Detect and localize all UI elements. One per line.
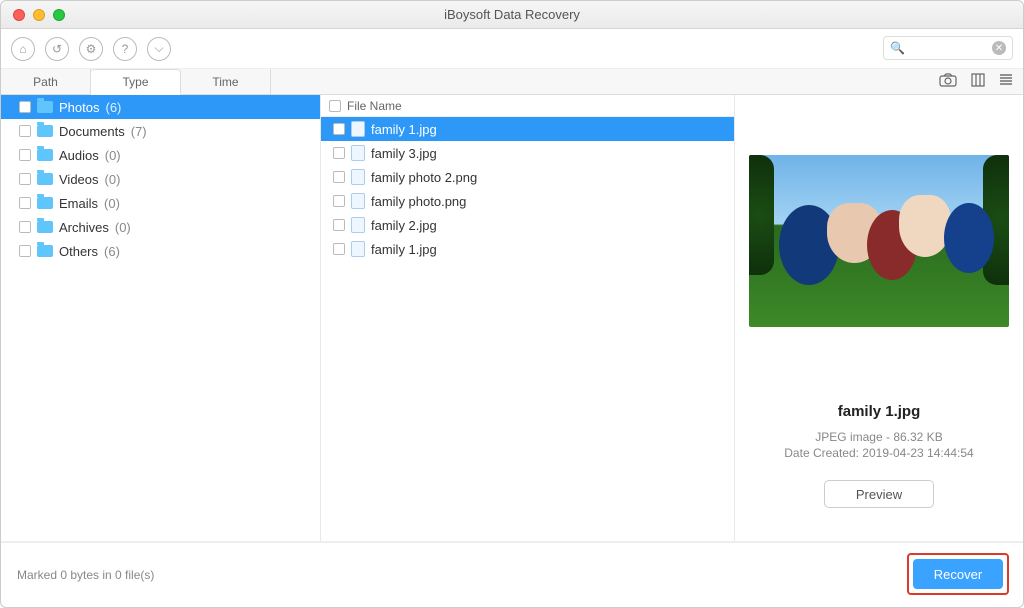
- sidebar-item-label: Photos: [59, 100, 99, 115]
- gear-icon[interactable]: ⚙: [79, 37, 103, 61]
- checkbox[interactable]: [19, 173, 31, 185]
- sidebar-item-label: Emails: [59, 196, 98, 211]
- checkbox[interactable]: [333, 219, 345, 231]
- sidebar-item-archives[interactable]: Archives (0): [1, 215, 320, 239]
- tab-time[interactable]: Time: [181, 69, 271, 94]
- sidebar-item-photos[interactable]: Photos (6): [1, 95, 320, 119]
- file-name: family 1.jpg: [371, 122, 437, 137]
- sidebar-item-label: Others: [59, 244, 98, 259]
- sidebar-item-audios[interactable]: Audios (0): [1, 143, 320, 167]
- file-name: family photo.png: [371, 194, 466, 209]
- preview-image: [749, 155, 1009, 327]
- sidebar-item-count: (0): [104, 196, 120, 211]
- sidebar-item-label: Audios: [59, 148, 99, 163]
- folder-icon: [37, 197, 53, 209]
- preview-meta: JPEG image - 86.32 KB: [784, 430, 973, 444]
- folder-icon: [37, 245, 53, 257]
- file-list-header[interactable]: File Name: [321, 95, 734, 117]
- file-row[interactable]: family 1.jpg: [321, 237, 734, 261]
- recover-highlight: Recover: [907, 553, 1009, 595]
- file-list: File Name family 1.jpg family 3.jpg fami…: [321, 95, 735, 541]
- camera-icon[interactable]: [939, 73, 957, 91]
- checkbox[interactable]: [333, 123, 345, 135]
- list-view-icon[interactable]: [999, 73, 1013, 91]
- checkbox[interactable]: [333, 195, 345, 207]
- sidebar-item-label: Documents: [59, 124, 125, 139]
- sidebar-item-label: Archives: [59, 220, 109, 235]
- tab-type[interactable]: Type: [91, 69, 181, 95]
- sidebar-item-emails[interactable]: Emails (0): [1, 191, 320, 215]
- search-icon: 🔍: [890, 41, 905, 55]
- file-name: family photo 2.png: [371, 170, 477, 185]
- window-title: iBoysoft Data Recovery: [1, 7, 1023, 22]
- sidebar-item-count: (0): [105, 172, 121, 187]
- preview-button[interactable]: Preview: [824, 480, 934, 508]
- image-file-icon: [351, 121, 365, 137]
- help-icon[interactable]: ?: [113, 37, 137, 61]
- sidebar-item-count: (0): [105, 148, 121, 163]
- folder-icon: [37, 125, 53, 137]
- image-file-icon: [351, 217, 365, 233]
- checkbox[interactable]: [333, 243, 345, 255]
- sidebar-item-count: (0): [115, 220, 131, 235]
- file-row[interactable]: family photo 2.png: [321, 165, 734, 189]
- clear-search-icon[interactable]: ✕: [992, 41, 1006, 55]
- checkbox[interactable]: [19, 245, 31, 257]
- tab-row: Path Type Time: [1, 69, 1023, 95]
- file-row[interactable]: family 1.jpg: [321, 117, 734, 141]
- refresh-icon[interactable]: ↺: [45, 37, 69, 61]
- folder-icon: [37, 173, 53, 185]
- recover-button[interactable]: Recover: [913, 559, 1003, 589]
- grid-view-icon[interactable]: [971, 73, 985, 91]
- file-name: family 3.jpg: [371, 146, 437, 161]
- folder-icon: [37, 221, 53, 233]
- sidebar-item-others[interactable]: Others (6): [1, 239, 320, 263]
- status-text: Marked 0 bytes in 0 file(s): [17, 568, 154, 582]
- folder-icon: [37, 149, 53, 161]
- file-name: family 1.jpg: [371, 242, 437, 257]
- footer: Marked 0 bytes in 0 file(s) Recover: [1, 541, 1023, 607]
- image-file-icon: [351, 169, 365, 185]
- sidebar-item-count: (6): [104, 244, 120, 259]
- image-file-icon: [351, 241, 365, 257]
- file-row[interactable]: family photo.png: [321, 189, 734, 213]
- preview-date: Date Created: 2019-04-23 14:44:54: [784, 446, 973, 460]
- checkbox[interactable]: [19, 101, 31, 113]
- file-name: family 2.jpg: [371, 218, 437, 233]
- tab-path[interactable]: Path: [1, 69, 91, 94]
- image-file-icon: [351, 145, 365, 161]
- select-all-checkbox[interactable]: [329, 100, 341, 112]
- image-file-icon: [351, 193, 365, 209]
- file-row[interactable]: family 3.jpg: [321, 141, 734, 165]
- preview-filename: family 1.jpg: [784, 403, 973, 420]
- search-input[interactable]: 🔍 ✕: [883, 36, 1013, 60]
- home-icon[interactable]: ⌂: [11, 37, 35, 61]
- titlebar: iBoysoft Data Recovery: [1, 1, 1023, 29]
- file-row[interactable]: family 2.jpg: [321, 213, 734, 237]
- checkbox[interactable]: [19, 221, 31, 233]
- file-list-header-label: File Name: [347, 99, 402, 113]
- preview-panel: family 1.jpg JPEG image - 86.32 KB Date …: [735, 95, 1023, 541]
- sidebar-item-count: (7): [131, 124, 147, 139]
- folder-icon: [37, 101, 53, 113]
- toolbar: ⌂ ↺ ⚙ ? ⌵ 🔍 ✕: [1, 29, 1023, 69]
- cart-icon[interactable]: ⌵: [147, 37, 171, 61]
- checkbox[interactable]: [333, 171, 345, 183]
- checkbox[interactable]: [19, 197, 31, 209]
- sidebar-item-documents[interactable]: Documents (7): [1, 119, 320, 143]
- sidebar-item-count: (6): [105, 100, 121, 115]
- checkbox[interactable]: [333, 147, 345, 159]
- checkbox[interactable]: [19, 125, 31, 137]
- sidebar-item-videos[interactable]: Videos (0): [1, 167, 320, 191]
- checkbox[interactable]: [19, 149, 31, 161]
- sidebar-item-label: Videos: [59, 172, 99, 187]
- category-sidebar: Photos (6) Documents (7) Audios (0) Vide…: [1, 95, 321, 541]
